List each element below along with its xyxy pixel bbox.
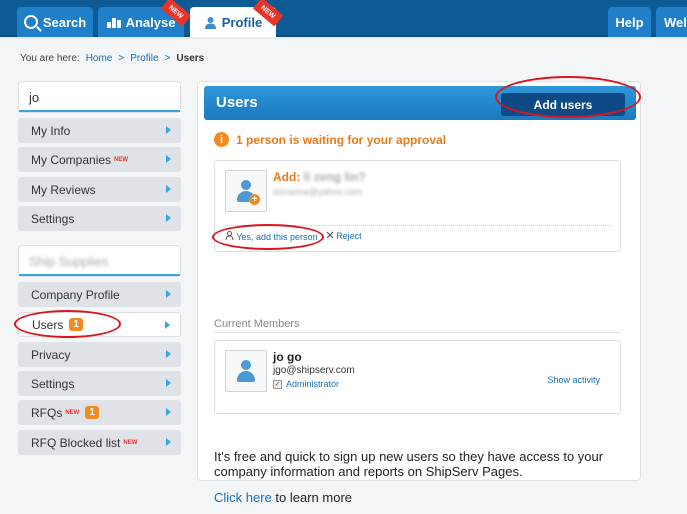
approval-notice-text: 1 person is waiting for your approval	[236, 132, 447, 147]
avatar	[225, 350, 267, 392]
sidebar-item-label: RFQs	[31, 405, 63, 420]
approve-link[interactable]: Yes, add this person	[225, 231, 318, 242]
user-icon	[204, 16, 216, 29]
chevron-right-icon	[166, 214, 171, 222]
member-role-label[interactable]: Administrator	[286, 379, 339, 389]
top-navigation-bar: Search Analyse NEW Profile NEW Help Wel	[0, 0, 687, 37]
chevron-right-icon	[166, 126, 171, 134]
reject-link[interactable]: Reject	[326, 231, 362, 242]
tab-welcome-label: Wel	[664, 14, 687, 30]
add-users-button[interactable]: Add users	[501, 93, 625, 116]
tab-help[interactable]: Help	[608, 7, 651, 37]
sidebar-item-settings[interactable]: Settings	[18, 206, 181, 231]
request-add-label: Add: li zeng lin?	[273, 170, 366, 184]
request-actions: Yes, add this person Reject	[225, 231, 362, 242]
request-name: li zeng lin?	[303, 170, 366, 184]
sidebar-item-privacy[interactable]: Privacy	[18, 342, 181, 367]
approval-notice: i 1 person is waiting for your approval	[214, 132, 446, 147]
tab-analyse-label: Analyse	[125, 14, 176, 30]
chevron-right-icon	[166, 350, 171, 358]
page-title: Users	[216, 94, 258, 111]
sidebar-item-label: Privacy	[31, 347, 71, 362]
new-tag: NEW	[114, 156, 129, 163]
tab-profile-label: Profile	[221, 14, 263, 30]
click-here-link[interactable]: Click here	[214, 490, 272, 505]
sidebar-item-rfq-blocked-list[interactable]: RFQ Blocked list NEW	[18, 430, 181, 455]
breadcrumb-prefix: You are here:	[20, 53, 80, 64]
search-icon	[23, 15, 38, 29]
chevron-right-icon	[166, 438, 171, 446]
breadcrumb-current: Users	[176, 53, 205, 64]
signup-info-text: It's free and quick to sign up new users…	[214, 449, 604, 479]
sidebar-item-label: RFQ Blocked list	[31, 435, 121, 450]
sidebar-item-label: My Info	[31, 123, 71, 138]
sidebar-item-label: Users	[32, 317, 64, 332]
sidebar-item-my-reviews[interactable]: My Reviews	[18, 177, 181, 202]
bar-chart-icon	[106, 16, 121, 28]
notification-badge: 1	[69, 318, 83, 331]
breadcrumb: You are here: Home > Profile > Users	[20, 53, 204, 64]
sidebar-item-company-profile[interactable]: Company Profile	[18, 282, 181, 307]
notification-badge: 1	[85, 406, 99, 419]
chevron-right-icon	[166, 185, 171, 193]
tab-search[interactable]: Search	[17, 7, 93, 37]
divider	[214, 332, 621, 333]
breadcrumb-home[interactable]: Home	[86, 53, 113, 64]
sidebar-item-users[interactable]: Users 1	[18, 312, 181, 337]
company-box: Ship Supplies	[18, 245, 181, 277]
request-email: lzlmarine@yahoo.com	[273, 187, 363, 197]
current-members-label: Current Members	[214, 318, 300, 330]
breadcrumb-profile[interactable]: Profile	[130, 53, 158, 64]
new-tag: NEW	[123, 439, 138, 446]
panel-header: Users Add users	[204, 86, 636, 120]
users-panel: Users Add users i 1 person is waiting fo…	[197, 76, 641, 505]
add-badge-icon: +	[249, 194, 260, 205]
tab-profile[interactable]: Profile NEW	[190, 0, 284, 37]
pending-request-card: + Add: li zeng lin? lzlmarine@yahoo.com …	[214, 160, 621, 252]
breadcrumb-separator: >	[118, 53, 125, 64]
learn-more-text: to learn more	[271, 490, 352, 505]
chevron-right-icon	[166, 408, 171, 416]
sidebar-item-label: Settings	[31, 211, 75, 226]
sidebar-item-label: My Reviews	[31, 182, 96, 197]
user-name: jo	[19, 82, 180, 112]
show-activity-link[interactable]: Show activity	[547, 375, 600, 385]
avatar: +	[225, 170, 267, 212]
reject-icon	[326, 231, 334, 239]
new-tag: NEW	[65, 409, 80, 416]
user-icon	[241, 360, 251, 370]
administrator-checkbox[interactable]: ✓	[273, 379, 282, 389]
chevron-right-icon	[165, 321, 170, 329]
sidebar-item-label: My Companies	[31, 152, 112, 167]
chevron-right-icon	[166, 379, 171, 387]
member-card: jo go jgo@shipserv.com ✓ Administrator S…	[214, 340, 621, 414]
company-name: Ship Supplies	[19, 246, 180, 276]
member-role: ✓ Administrator	[273, 379, 339, 389]
user-box: jo	[18, 81, 181, 113]
tab-help-label: Help	[615, 14, 644, 30]
learn-more-line: Click here to learn more	[214, 490, 352, 505]
sidebar-item-my-companies[interactable]: My Companies NEW	[18, 147, 181, 172]
sidebar-item-my-info[interactable]: My Info	[18, 118, 181, 143]
chevron-right-icon	[166, 290, 171, 298]
sidebar-item-rfqs[interactable]: RFQs NEW 1	[18, 400, 181, 425]
page-content: You are here: Home > Profile > Users jo …	[0, 39, 687, 514]
person-icon	[225, 231, 234, 241]
member-email: jgo@shipserv.com	[273, 365, 355, 376]
divider	[225, 225, 612, 226]
tab-analyse[interactable]: Analyse NEW	[98, 0, 192, 37]
sidebar-item-settings[interactable]: Settings	[18, 371, 181, 396]
sidebar-item-label: Settings	[31, 376, 75, 391]
tab-welcome[interactable]: Wel	[656, 7, 687, 37]
info-icon: i	[214, 132, 229, 147]
sidebar-item-label: Company Profile	[31, 287, 120, 302]
tab-search-label: Search	[42, 14, 87, 30]
chevron-right-icon	[166, 155, 171, 163]
user-icon	[241, 180, 251, 190]
breadcrumb-separator: >	[164, 53, 171, 64]
member-name: jo go	[273, 350, 302, 364]
